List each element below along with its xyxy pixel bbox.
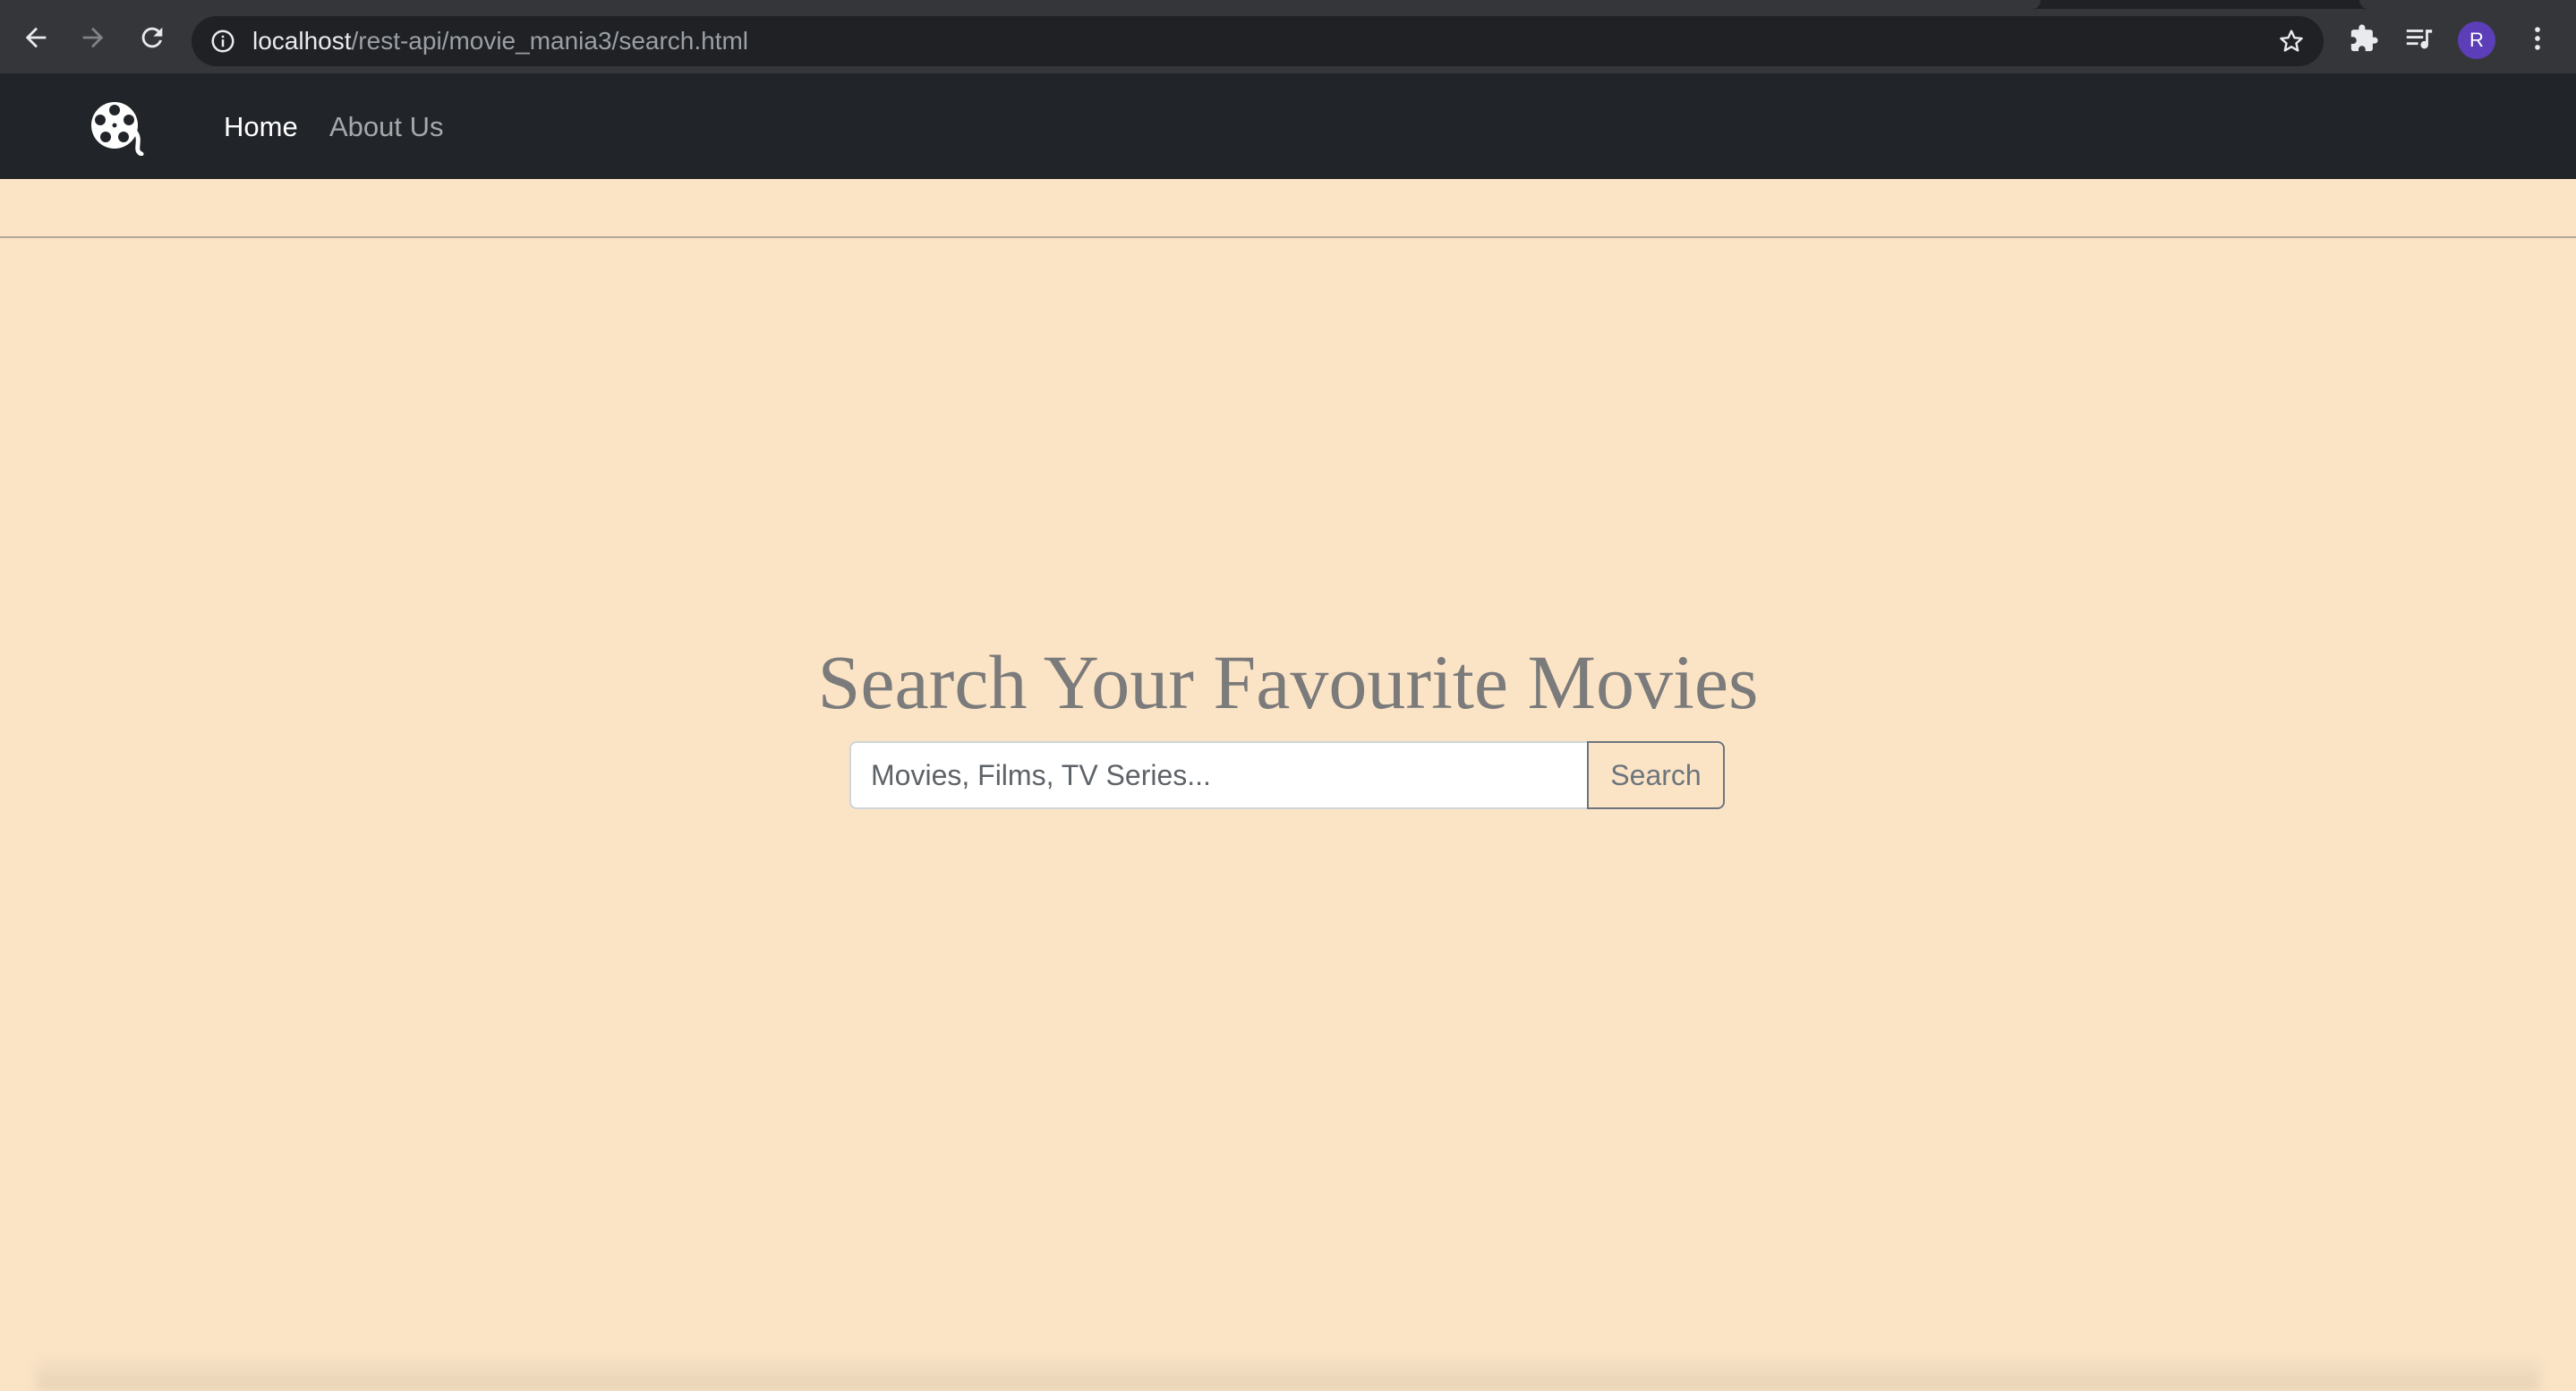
url-text[interactable]: localhost/rest-api/movie_mania3/search.h… <box>252 28 748 55</box>
url-host: localhost <box>252 27 352 55</box>
film-reel-icon[interactable] <box>88 98 149 156</box>
arrow-left-icon <box>25 27 47 48</box>
info-icon[interactable] <box>209 28 236 55</box>
active-tab[interactable] <box>0 0 2041 9</box>
search-button[interactable]: Search <box>1587 741 1725 809</box>
more-vertical-icon[interactable] <box>2522 23 2553 54</box>
browser-toolbar: localhost/rest-api/movie_mania3/search.h… <box>0 0 2576 73</box>
reload-button[interactable] <box>134 20 170 55</box>
bookmark-star-icon[interactable] <box>2277 27 2306 55</box>
site-navbar: Home About Us <box>0 73 2576 179</box>
page-title: Search Your Favourite Movies <box>817 639 1759 725</box>
tab-strip <box>0 0 2576 9</box>
bottom-shadow <box>36 1352 2540 1391</box>
extensions-puzzle-icon[interactable] <box>2349 23 2379 54</box>
profile-avatar[interactable]: R <box>2458 21 2495 59</box>
back-button[interactable] <box>18 20 54 55</box>
search-form: Search <box>849 741 1725 809</box>
address-bar[interactable]: localhost/rest-api/movie_mania3/search.h… <box>192 16 2324 66</box>
media-queue-icon[interactable] <box>2404 23 2435 54</box>
url-path: /rest-api/movie_mania3/search.html <box>351 27 749 55</box>
search-input[interactable] <box>849 741 1589 809</box>
inactive-tab[interactable] <box>2359 0 2576 9</box>
forward-button[interactable] <box>75 20 111 55</box>
nav-link-home[interactable]: Home <box>224 109 298 145</box>
nav-link-about-us[interactable]: About Us <box>329 109 444 145</box>
header-divider <box>0 236 2576 238</box>
arrow-right-icon <box>82 27 104 48</box>
reload-icon <box>141 27 163 48</box>
